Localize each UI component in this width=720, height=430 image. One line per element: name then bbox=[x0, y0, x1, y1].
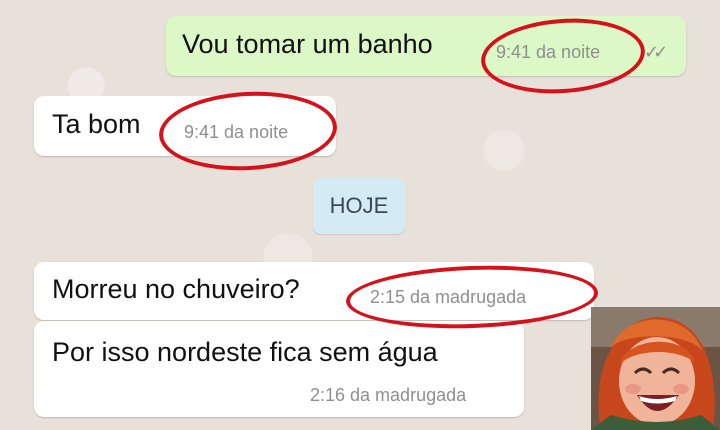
laughing-face-illustration bbox=[591, 307, 720, 430]
message-bubble-incoming[interactable]: Morreu no chuveiro? 2:15 da madrugada bbox=[34, 262, 594, 320]
day-divider-chip: HOJE bbox=[313, 178, 405, 234]
message-bubble-outgoing[interactable]: Vou tomar um banho 9:41 da noite ✓✓ bbox=[166, 16, 686, 76]
message-timestamp: 2:15 da madrugada bbox=[370, 287, 527, 307]
message-text: Vou tomar um banho bbox=[182, 29, 433, 59]
message-text: Morreu no chuveiro? bbox=[52, 274, 300, 304]
message-timestamp: 9:41 da noite bbox=[184, 122, 289, 142]
message-text: Por isso nordeste fica sem água bbox=[52, 337, 438, 367]
message-bubble-incoming[interactable]: Por isso nordeste fica sem água 2:16 da … bbox=[34, 321, 524, 417]
message-timestamp: 9:41 da noite bbox=[496, 42, 601, 62]
laughing-face-reaction-image bbox=[591, 307, 720, 430]
message-bubble-incoming[interactable]: Ta bom 9:41 da noite bbox=[34, 96, 336, 156]
double-check-icon: ✓✓ bbox=[644, 42, 668, 62]
message-text: Ta bom bbox=[52, 109, 141, 139]
message-timestamp: 2:16 da madrugada bbox=[310, 385, 467, 405]
